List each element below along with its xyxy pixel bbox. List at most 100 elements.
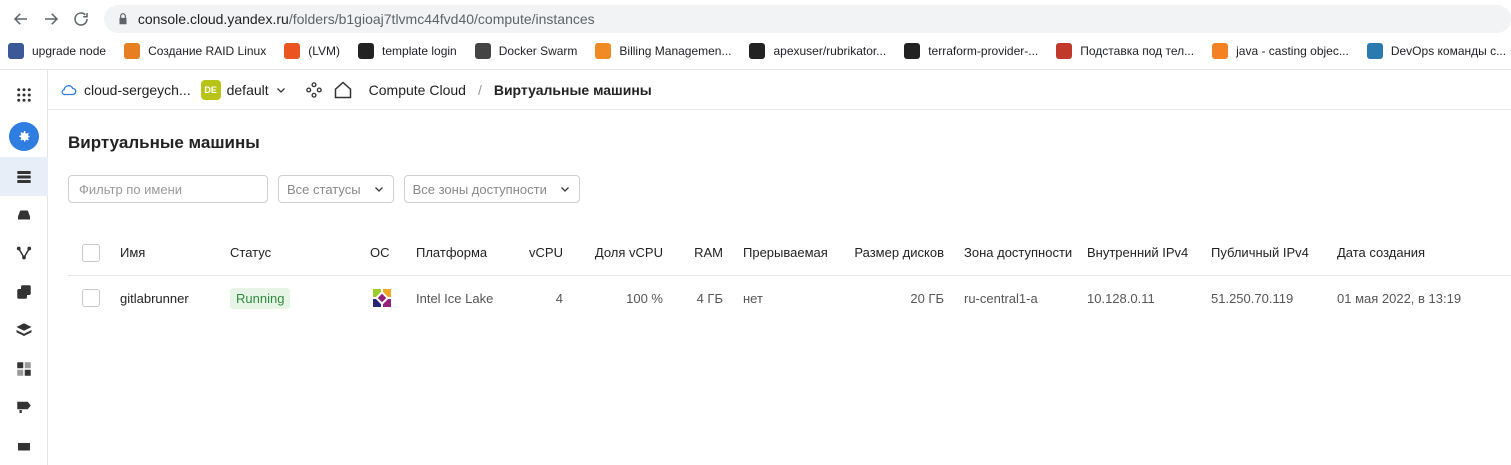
vm-preemptible: нет — [743, 290, 763, 306]
vm-public-ip: 51.250.70.119 — [1211, 290, 1294, 306]
reload-icon[interactable] — [66, 4, 96, 34]
forward-icon[interactable] — [36, 4, 66, 34]
cloud-icon — [61, 84, 77, 95]
apps-grid-icon[interactable] — [0, 76, 48, 114]
col-status[interactable]: Статус — [230, 231, 370, 276]
page-title: Виртуальные машины — [68, 133, 260, 152]
codepen-icon — [358, 43, 375, 59]
browser-toolbar: console.cloud.yandex.ru/folders/b1gioaj7… — [0, 0, 1511, 38]
service-rail — [0, 70, 48, 465]
aws-cube-icon — [595, 43, 612, 59]
placement-icon[interactable] — [0, 350, 48, 388]
vm-vcpu-share: 100 % — [626, 290, 663, 306]
services-icon[interactable] — [305, 81, 323, 99]
name-filter-input[interactable]: Фильтр по имени — [68, 175, 268, 203]
bookmark-item[interactable]: Docker Swarm — [474, 43, 578, 59]
page-body: Виртуальные машины Фильтр по имени Все с… — [48, 110, 1511, 321]
col-ram[interactable]: RAM — [663, 231, 723, 276]
back-icon[interactable] — [6, 4, 36, 34]
col-name[interactable]: Имя — [120, 231, 230, 276]
bookmark-item[interactable]: template login — [358, 43, 457, 59]
vm-internal-ip: 10.128.0.11 — [1087, 290, 1155, 306]
status-filter-label: Все статусы — [287, 181, 361, 197]
bookmark-label: terraform-provider-... — [928, 44, 1039, 58]
vm-zone: ru-central1-a — [964, 290, 1038, 306]
github-icon — [904, 43, 921, 59]
bookmark-label: Подставка под тел... — [1080, 44, 1195, 58]
bookmark-item[interactable]: apexuser/rubrikator... — [749, 43, 886, 59]
breadcrumb-service[interactable]: Compute Cloud — [369, 82, 466, 98]
address-bar[interactable]: console.cloud.yandex.ru/folders/b1gioaj7… — [103, 5, 1511, 33]
bookmark-label: template login — [382, 44, 457, 58]
docker-icon — [474, 43, 491, 59]
dm-icon — [124, 43, 141, 59]
zone-filter-select[interactable]: Все зоны доступности — [403, 175, 580, 203]
col-created[interactable]: Дата создания — [1337, 231, 1511, 276]
lock-icon — [119, 13, 127, 25]
chevron-down-icon[interactable] — [275, 84, 287, 96]
filter-bar: Фильтр по имени Все статусы Все зоны дос… — [68, 175, 1511, 203]
ubuntu-icon — [284, 43, 301, 59]
bookmark-item[interactable]: upgrade node — [8, 43, 106, 59]
url-host: console.cloud.yandex.ru — [137, 11, 289, 27]
bookmark-label: java - casting objec... — [1236, 44, 1349, 58]
col-preemptible[interactable]: Прерываемая — [723, 231, 851, 276]
console-app: cloud-sergeych... DE default Compute Clo… — [0, 69, 1511, 465]
vm-list-icon[interactable] — [0, 157, 48, 196]
bookmark-item[interactable]: (LVM) — [284, 43, 340, 59]
vm-created: 01 мая 2022, в 13:19 — [1337, 290, 1462, 306]
col-vcpu[interactable]: vCPU — [518, 231, 563, 276]
bookmark-item[interactable]: Подставка под тел... — [1056, 43, 1194, 59]
disks-icon[interactable] — [0, 196, 48, 234]
bookmark-label: (LVM) — [308, 44, 341, 58]
vm-platform: Intel Ice Lake — [416, 290, 494, 306]
col-internal-ip[interactable]: Внутренний IPv4 — [1087, 231, 1211, 276]
stackoverflow-icon — [1212, 43, 1229, 59]
more-icon[interactable] — [0, 427, 48, 465]
zone-filter-label: Все зоны доступности — [412, 181, 547, 197]
select-all-checkbox[interactable] — [82, 243, 100, 262]
bookmark-item[interactable]: Billing Managemen... — [595, 43, 731, 59]
vm-name[interactable]: gitlabrunner — [120, 275, 230, 321]
col-os[interactable]: ОС — [370, 231, 416, 276]
breadcrumb-current: Виртуальные машины — [493, 81, 652, 98]
row-checkbox[interactable] — [82, 289, 100, 308]
main-content: cloud-sergeych... DE default Compute Clo… — [48, 70, 1511, 465]
vm-vcpu: 4 — [555, 290, 563, 306]
folder-name[interactable]: default — [227, 82, 269, 98]
bookmark-item[interactable]: Создание RAID Linux — [124, 43, 266, 59]
compute-service-icon[interactable] — [8, 122, 39, 152]
bookmark-item[interactable]: terraform-provider-... — [904, 43, 1038, 59]
breadcrumb-separator: / — [477, 81, 482, 98]
bookmark-label: Billing Managemen... — [619, 44, 732, 58]
col-disk-size[interactable]: Размер дисков — [851, 231, 944, 276]
bookmarks-bar: upgrade node Создание RAID Linux (LVM) temp… — [0, 38, 1511, 64]
vm-table: Имя Статус ОС Платформа vCPU Доля vCPU R… — [68, 231, 1511, 321]
chevron-down-icon — [560, 187, 569, 192]
home-icon[interactable] — [333, 80, 353, 100]
table-row[interactable]: gitlabrunner Running Intel Ice Lake 4 10… — [68, 275, 1511, 321]
col-public-ip[interactable]: Публичный IPv4 — [1211, 231, 1337, 276]
breadcrumb: cloud-sergeych... DE default Compute Clo… — [48, 70, 1511, 110]
col-platform[interactable]: Платформа — [416, 231, 518, 276]
folder-badge: DE — [200, 79, 221, 100]
snapshots-icon[interactable] — [0, 273, 48, 311]
ozon-icon — [1056, 43, 1073, 59]
bookmark-label: Docker Swarm — [498, 44, 578, 58]
vm-disk-size: 20 ГБ — [910, 290, 944, 306]
url-path: /folders/b1gioaj7tlvmc44fvd40/compute/in… — [288, 11, 595, 27]
cloud-name[interactable]: cloud-sergeych... — [84, 82, 191, 98]
devops-icon — [1366, 43, 1383, 59]
bookmark-label: Создание RAID Linux — [148, 44, 267, 58]
network-icon[interactable] — [0, 234, 48, 272]
gpu-icon[interactable] — [0, 388, 48, 426]
bookmark-item[interactable]: DevOps команды с... — [1366, 43, 1506, 59]
status-filter-select[interactable]: Все статусы — [278, 175, 394, 203]
layers-icon[interactable] — [0, 311, 48, 349]
bookmark-item[interactable]: java - casting objec... — [1212, 43, 1349, 59]
centos-icon — [373, 289, 391, 308]
col-vcpu-share[interactable]: Доля vCPU — [563, 231, 663, 276]
bookmark-label: upgrade node — [32, 44, 107, 58]
vm-ram: 4 ГБ — [696, 290, 723, 306]
col-zone[interactable]: Зона доступности — [944, 231, 1087, 276]
